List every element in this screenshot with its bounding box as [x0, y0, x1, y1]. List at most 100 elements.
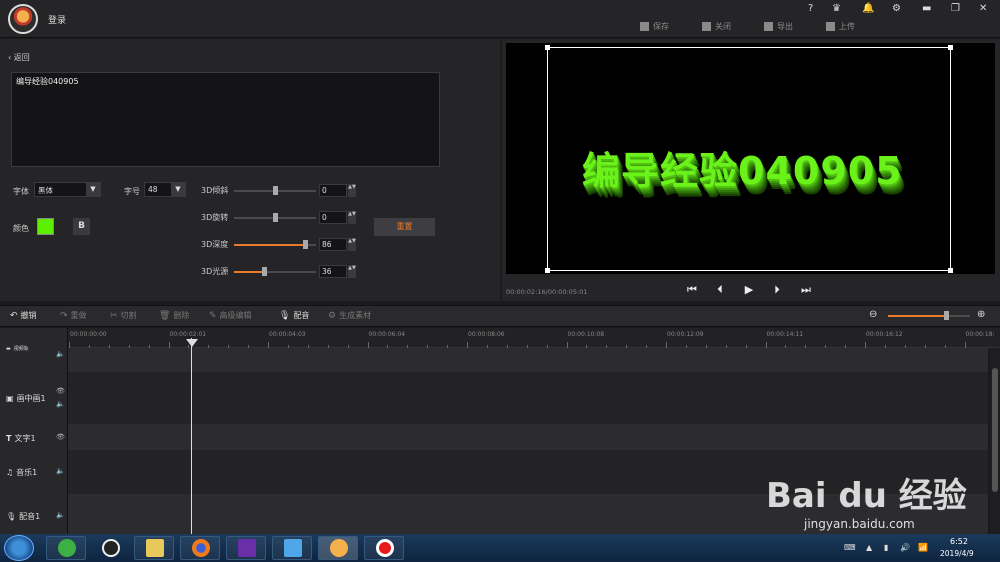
- bell-icon[interactable]: 🔔: [862, 3, 874, 14]
- track-label-pip: ▣ 画中画1: [6, 394, 46, 403]
- size-select[interactable]: 48 ▼: [144, 182, 186, 197]
- delete-button[interactable]: 🗑 删除: [159, 310, 189, 321]
- slider-value-input[interactable]: 0: [319, 184, 347, 197]
- start-button[interactable]: [4, 535, 34, 561]
- color-picker[interactable]: [37, 218, 54, 235]
- spinner-icon[interactable]: ▲▼: [348, 238, 356, 251]
- undo-icon: ↶: [10, 310, 18, 321]
- export-button[interactable]: 导出: [764, 19, 793, 33]
- eye-icon[interactable]: 👁: [56, 387, 65, 395]
- step-forward-icon[interactable]: ⏵: [769, 283, 785, 297]
- slider-track[interactable]: [234, 186, 316, 195]
- taskbar-app-360[interactable]: [46, 536, 86, 560]
- dubbing-button[interactable]: 🎙 配音: [279, 310, 309, 321]
- track-row-video[interactable]: [68, 348, 988, 372]
- bold-button[interactable]: B: [73, 218, 90, 235]
- zoom-out-icon[interactable]: ⊖: [869, 309, 877, 320]
- slider-value-input[interactable]: 86: [319, 238, 347, 251]
- volume-icon[interactable]: 🔈: [56, 350, 65, 358]
- resize-handle[interactable]: [948, 268, 953, 273]
- back-button[interactable]: ‹ 返回: [8, 52, 30, 63]
- resize-handle[interactable]: [545, 268, 550, 273]
- gear-icon[interactable]: ⚙: [892, 3, 901, 14]
- generate-asset-button[interactable]: ⚙ 生成素材: [328, 310, 371, 321]
- volume-icon[interactable]: 🔈: [56, 467, 65, 475]
- login-link[interactable]: 登录: [48, 13, 66, 26]
- user-avatar[interactable]: [8, 4, 38, 34]
- text-input[interactable]: 编导经验040905: [11, 72, 440, 167]
- app-window: 登录 ? ♛ 🔔 ⚙ ▬ ❐ ✕ 保存 关闭 导出 上传 ‹ 返回 编导经验04…: [0, 0, 1000, 562]
- slider-value-input[interactable]: 36: [319, 265, 347, 278]
- slider-value-input[interactable]: 0: [319, 211, 347, 224]
- track-label-music: ♫ 音乐1: [6, 468, 38, 477]
- slider-thumb[interactable]: [302, 240, 308, 249]
- slider-thumb[interactable]: [273, 213, 278, 222]
- slider-track[interactable]: [234, 267, 316, 276]
- scrollbar-thumb[interactable]: [992, 368, 998, 492]
- restore-icon[interactable]: ❐: [951, 3, 960, 14]
- clock-time[interactable]: 6:52: [950, 537, 968, 546]
- save-button[interactable]: 保存: [640, 19, 669, 33]
- reset-button[interactable]: 重置: [374, 218, 435, 236]
- cut-button[interactable]: ✂ 切割: [110, 310, 137, 321]
- volume-icon[interactable]: 🔈: [56, 400, 65, 408]
- music-icon: ♫: [6, 468, 14, 477]
- slider-thumb[interactable]: [273, 186, 278, 195]
- resize-handle[interactable]: [948, 45, 953, 50]
- play-icon[interactable]: ▶: [741, 283, 757, 297]
- skip-start-icon[interactable]: ⏮: [684, 283, 700, 297]
- slider-track[interactable]: [234, 213, 316, 222]
- ruler-label: 00:00:00:00: [70, 331, 107, 338]
- taskbar-app-tool[interactable]: [272, 536, 312, 560]
- spinner-icon[interactable]: ▲▼: [348, 265, 356, 278]
- taskbar-app-explorer[interactable]: [134, 536, 174, 560]
- vip-icon[interactable]: ♛: [832, 3, 841, 14]
- tray-expand-icon[interactable]: ▲: [866, 543, 872, 552]
- step-back-icon[interactable]: ⏴: [712, 283, 728, 297]
- track-row-pip[interactable]: [68, 372, 988, 424]
- zoom-slider-thumb[interactable]: [944, 311, 949, 320]
- keyboard-icon[interactable]: ⌨: [844, 543, 856, 552]
- taskbar-app-player[interactable]: [226, 536, 266, 560]
- slider-thumb[interactable]: [261, 267, 267, 276]
- track-row-text[interactable]: [68, 424, 988, 450]
- undo-button[interactable]: ↶ 撤销: [10, 310, 37, 321]
- timecode: 00:00:02:16/00:00:05:01: [506, 288, 588, 296]
- upload-button[interactable]: 上传: [826, 19, 855, 33]
- track-label-voice: 🎙 配音1: [6, 512, 41, 521]
- help-icon[interactable]: ?: [808, 3, 813, 14]
- close-icon[interactable]: ✕: [979, 3, 987, 14]
- taskbar-app-firefox[interactable]: [180, 536, 220, 560]
- spinner-icon[interactable]: ▲▼: [348, 211, 356, 224]
- spinner-icon[interactable]: ▲▼: [348, 184, 356, 197]
- battery-icon[interactable]: ▮: [884, 543, 888, 552]
- taskbar-app-editor[interactable]: [318, 536, 358, 560]
- record-icon: [376, 539, 394, 557]
- export-icon: [764, 21, 773, 31]
- taskbar-app-recorder[interactable]: [364, 536, 404, 560]
- eye-icon[interactable]: 👁: [56, 433, 65, 441]
- playhead-handle[interactable]: [186, 339, 198, 347]
- close-project-button[interactable]: 关闭: [702, 19, 731, 33]
- clock-date[interactable]: 2019/4/9: [940, 549, 974, 558]
- skip-end-icon[interactable]: ⏭: [798, 283, 814, 297]
- volume-icon[interactable]: 🔊: [900, 543, 910, 552]
- folder-icon: [146, 539, 164, 557]
- font-select[interactable]: 黑体 ▼: [34, 182, 101, 197]
- slider-track[interactable]: [234, 240, 316, 249]
- zoom-in-icon[interactable]: ⊕: [977, 309, 985, 320]
- pip-icon: ▣: [6, 394, 14, 403]
- minimize-icon[interactable]: ▬: [922, 3, 931, 14]
- preview-3d-text: 编导经验040905: [582, 149, 903, 193]
- network-icon[interactable]: 📶: [918, 543, 928, 552]
- taskbar-app-qq[interactable]: [90, 536, 130, 560]
- size-label: 字号: [124, 187, 140, 196]
- trash-icon: 🗑: [159, 310, 171, 321]
- advanced-edit-button[interactable]: ✎ 高级编辑: [209, 310, 252, 321]
- volume-icon[interactable]: 🔈: [56, 511, 65, 519]
- scissors-icon: ✂: [110, 310, 118, 321]
- track-label-video: ▬ 视频轨: [6, 345, 29, 353]
- redo-button[interactable]: ↷ 重做: [60, 310, 87, 321]
- resize-handle[interactable]: [545, 45, 550, 50]
- slider-label: 3D倾斜: [201, 186, 229, 195]
